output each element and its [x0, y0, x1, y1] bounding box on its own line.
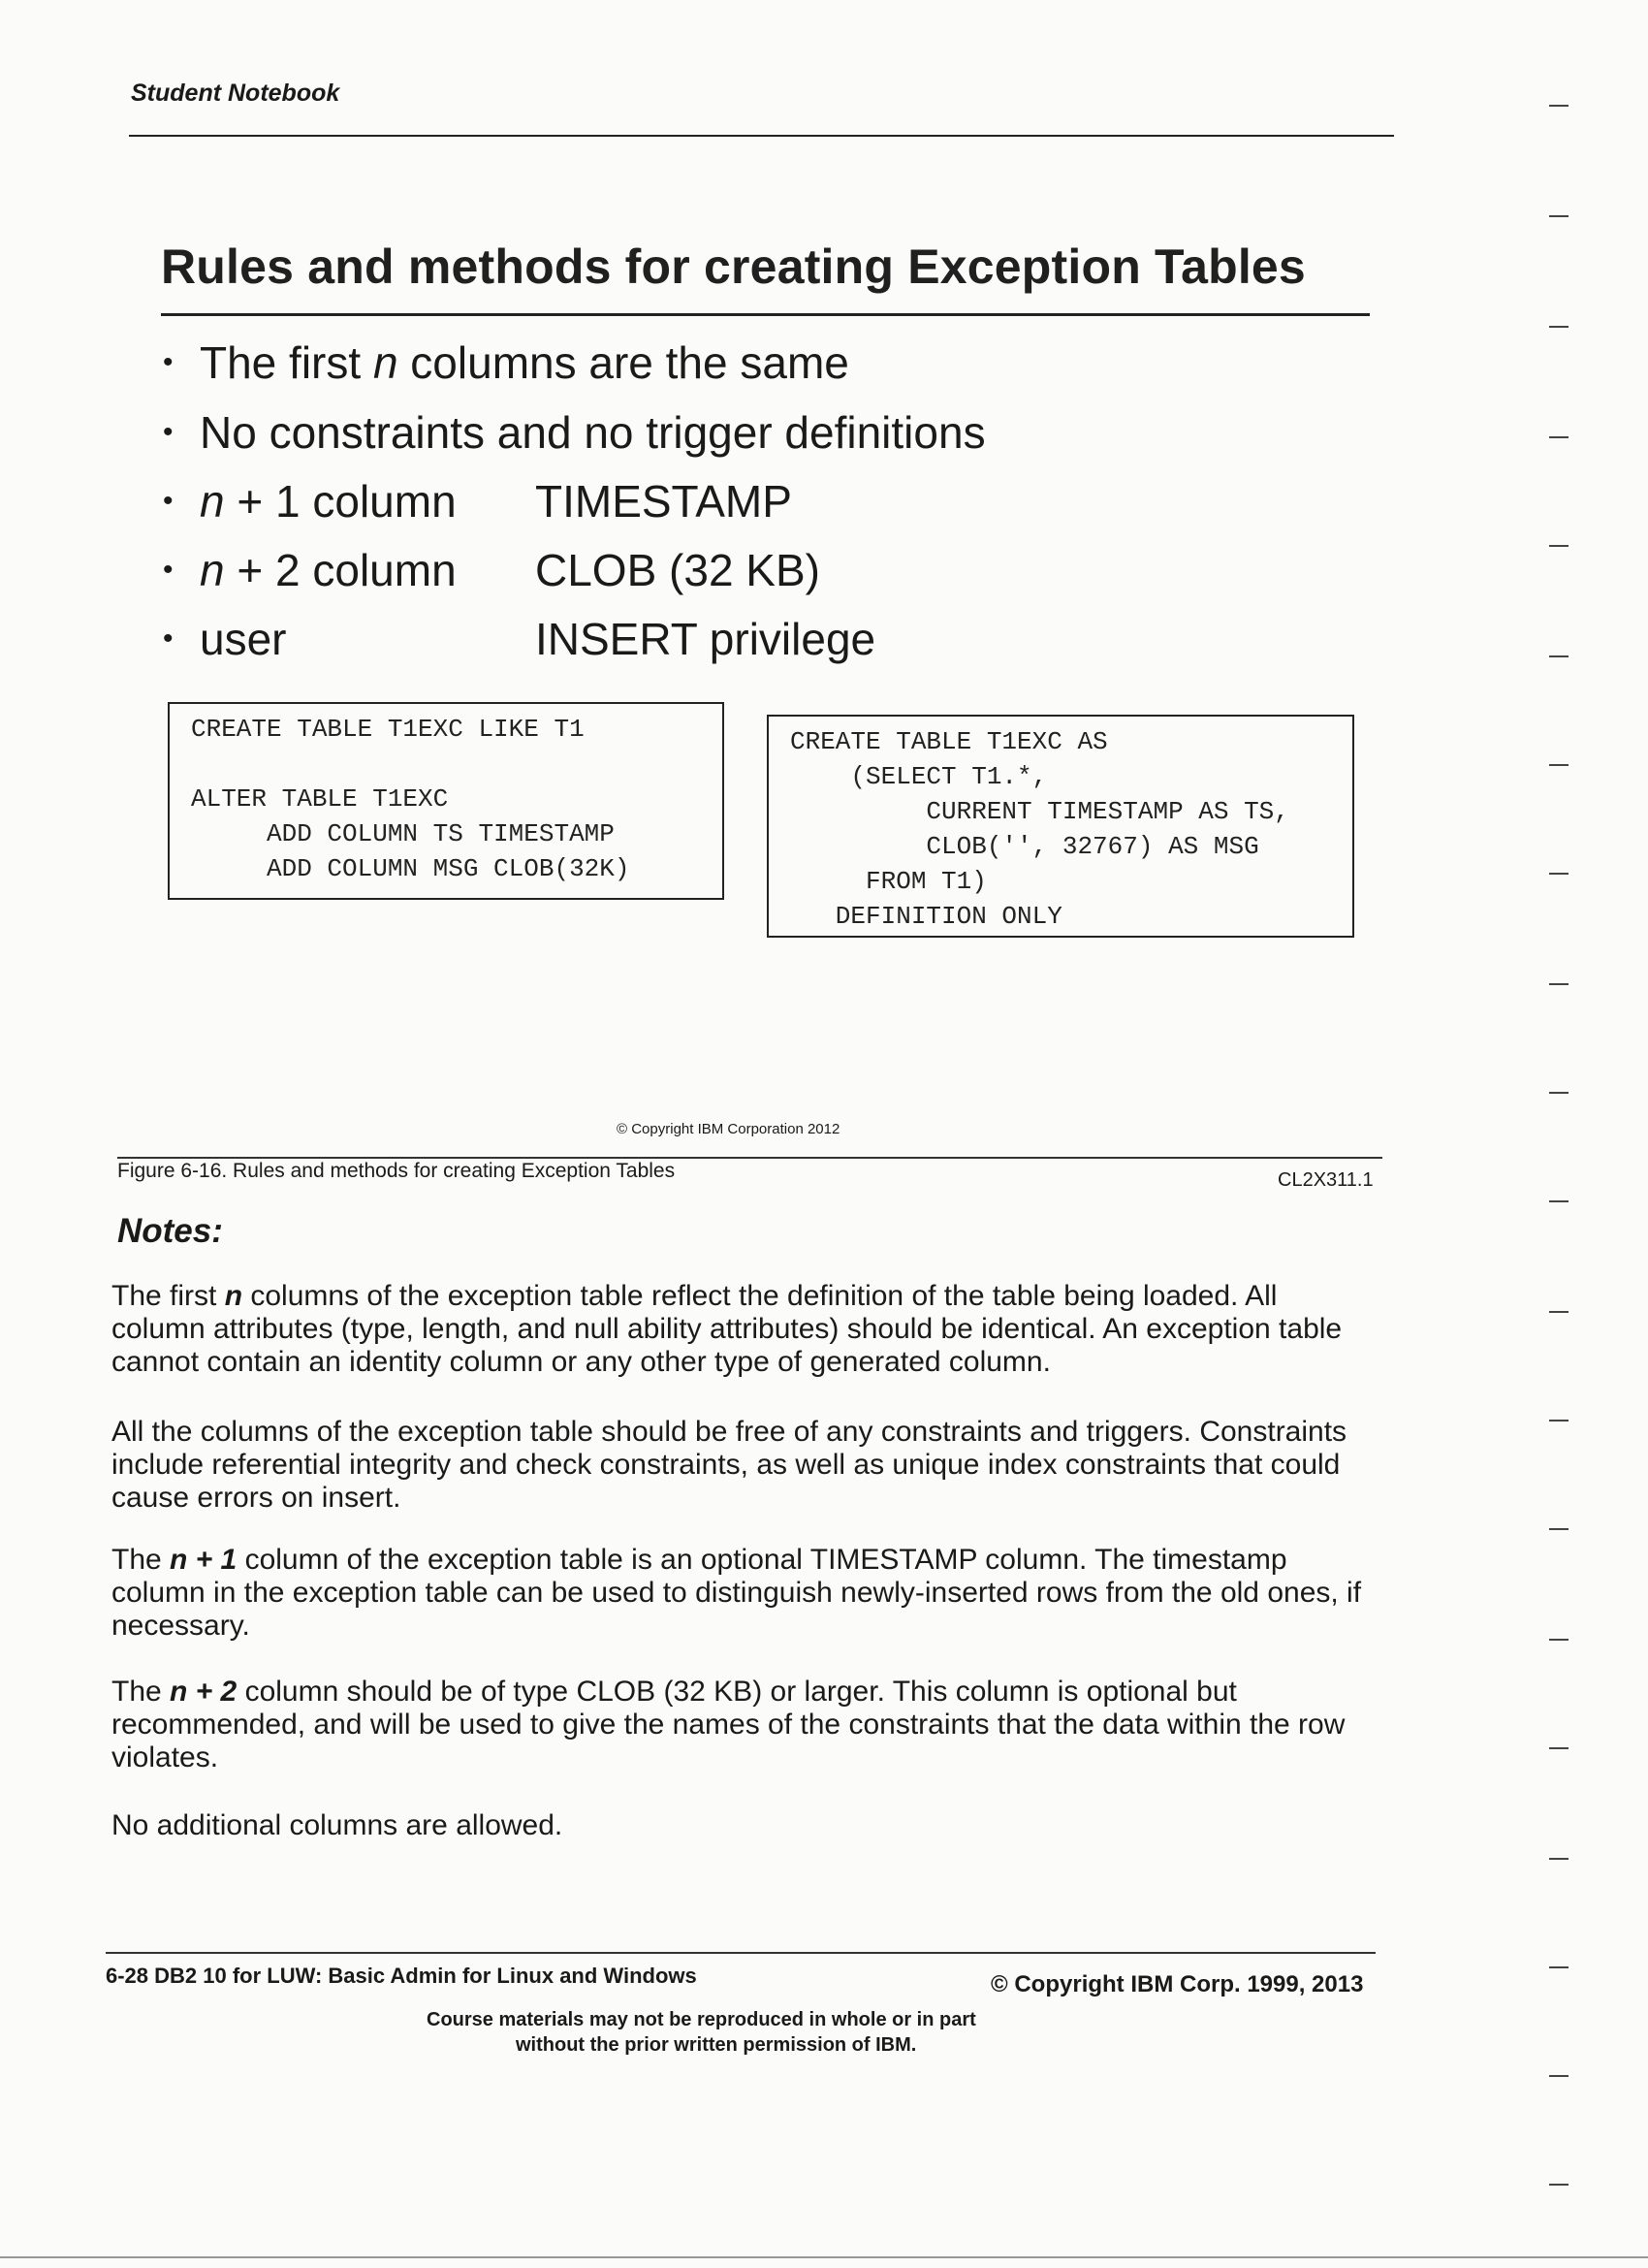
bullet-term-var: n — [200, 476, 225, 527]
footer-course-title: 6-28 DB2 10 for LUW: Basic Admin for Lin… — [106, 1964, 697, 1988]
title-rule — [161, 313, 1370, 316]
bullet-dot-icon: • — [163, 554, 174, 586]
code-line: ADD COLUMN TS TIMESTAMP — [191, 819, 615, 848]
code-box-left: CREATE TABLE T1EXC LIKE T1 ALTER TABLE T… — [168, 702, 724, 900]
figure-code: CL2X311.1 — [1278, 1169, 1374, 1191]
bullet-dot-icon: • — [163, 346, 174, 378]
notes-paragraph: The first n columns of the exception tab… — [111, 1280, 1372, 1379]
code-line: CREATE TABLE T1EXC LIKE T1 — [191, 715, 585, 744]
margin-tick — [1549, 655, 1569, 657]
bullet-term: No constraints and no trigger definition… — [200, 406, 986, 459]
code-line: CLOB('', 32767) AS MSG — [790, 832, 1259, 861]
code-line: FROM T1) — [790, 867, 987, 896]
paragraph-text: columns of the exception table reflect t… — [111, 1280, 1343, 1378]
margin-tick — [1549, 1200, 1569, 1202]
bullet-value: CLOB (32 KB) — [535, 545, 820, 595]
slide-copyright: © Copyright IBM Corporation 2012 — [617, 1121, 840, 1137]
margin-tick — [1549, 2184, 1569, 2186]
notes-paragraph: The n + 1 column of the exception table … — [111, 1544, 1372, 1643]
margin-tick — [1549, 326, 1569, 328]
margin-tick — [1549, 764, 1569, 766]
paragraph-text: The — [111, 1676, 171, 1708]
margin-tick — [1549, 436, 1569, 438]
bullet-term-text: columns are the same — [397, 337, 849, 388]
paragraph-text: No additional columns are allowed. — [111, 1809, 563, 1841]
figure-caption: Figure 6-16. Rules and methods for creat… — [117, 1160, 676, 1182]
running-header: Student Notebook — [131, 80, 340, 107]
margin-tick — [1549, 983, 1569, 985]
paragraph-text: The first — [111, 1280, 225, 1312]
margin-tick — [1549, 873, 1569, 875]
notes-heading: Notes: — [117, 1212, 223, 1250]
code-line: ALTER TABLE T1EXC — [191, 784, 449, 814]
figure-rule — [117, 1157, 1382, 1159]
bullet-term: n + 1 column — [200, 475, 457, 527]
paragraph-text: column should be of type CLOB (32 KB) or… — [111, 1676, 1346, 1773]
margin-tick — [1549, 105, 1569, 107]
paragraph-text: The — [111, 1544, 171, 1576]
margin-tick — [1549, 1858, 1569, 1860]
code-line: DEFINITION ONLY — [790, 902, 1062, 931]
bullet-term-text: + 1 column — [224, 476, 457, 527]
notes-paragraph: The n + 2 column should be of type CLOB … — [111, 1676, 1372, 1774]
code-line: CURRENT TIMESTAMP AS TS, — [790, 797, 1289, 826]
notes-paragraph: All the columns of the exception table s… — [111, 1416, 1372, 1515]
margin-tick — [1549, 1966, 1569, 1968]
paragraph-emphasis: n + 2 — [170, 1676, 238, 1708]
margin-tick — [1549, 2075, 1569, 2077]
bullet-term: n + 2 column — [200, 544, 457, 596]
footer-legal: Course materials may not be reproduced i… — [427, 2007, 1163, 2058]
margin-tick — [1549, 1639, 1569, 1641]
margin-tick — [1549, 215, 1569, 217]
paragraph-text: All the columns of the exception table s… — [111, 1416, 1347, 1514]
bullet-term-text: The first — [200, 337, 373, 388]
code-box-right: CREATE TABLE T1EXC AS (SELECT T1.*, CURR… — [767, 715, 1354, 938]
bullet-value: TIMESTAMP — [535, 476, 792, 527]
margin-tick — [1549, 1528, 1569, 1530]
footer-rule — [106, 1952, 1376, 1954]
header-rule — [129, 135, 1394, 137]
bullet-term-text: user — [200, 614, 287, 664]
margin-tick — [1549, 545, 1569, 547]
code-line: (SELECT T1.*, — [790, 762, 1048, 791]
margin-tick — [1549, 1092, 1569, 1094]
bullet-dot-icon: • — [163, 623, 174, 655]
bullet-dot-icon: • — [163, 416, 174, 448]
footer-copyright: © Copyright IBM Corp. 1999, 2013 — [991, 1971, 1364, 1997]
margin-tick — [1549, 1420, 1569, 1421]
margin-tick — [1549, 1311, 1569, 1313]
footer-legal-line: Course materials may not be reproduced i… — [427, 2009, 976, 2030]
paragraph-emphasis: n + 1 — [170, 1544, 238, 1576]
code-line: CREATE TABLE T1EXC AS — [790, 727, 1108, 756]
bullet-term-text: + 2 column — [224, 545, 457, 595]
bullet-term: The first n columns are the same — [200, 336, 849, 389]
bullet-term-var: n — [372, 337, 398, 388]
bullet-value: INSERT privilege — [535, 614, 876, 664]
slide-title: Rules and methods for creating Exception… — [161, 240, 1306, 294]
code-line: ADD COLUMN MSG CLOB(32K) — [191, 854, 630, 883]
scan-edge-line — [0, 2256, 1648, 2258]
paragraph-text: column of the exception table is an opti… — [111, 1544, 1362, 1642]
bullet-term-text: No constraints and no trigger definition… — [200, 407, 986, 458]
bullet-dot-icon: • — [163, 485, 174, 517]
footer-legal-line: without the prior written permission of … — [516, 2034, 917, 2056]
margin-tick — [1549, 1747, 1569, 1749]
bullet-term-var: n — [200, 545, 225, 595]
notes-paragraph: No additional columns are allowed. — [111, 1809, 1372, 1842]
bullet-term: user — [200, 613, 286, 665]
paragraph-emphasis: n — [224, 1280, 243, 1312]
